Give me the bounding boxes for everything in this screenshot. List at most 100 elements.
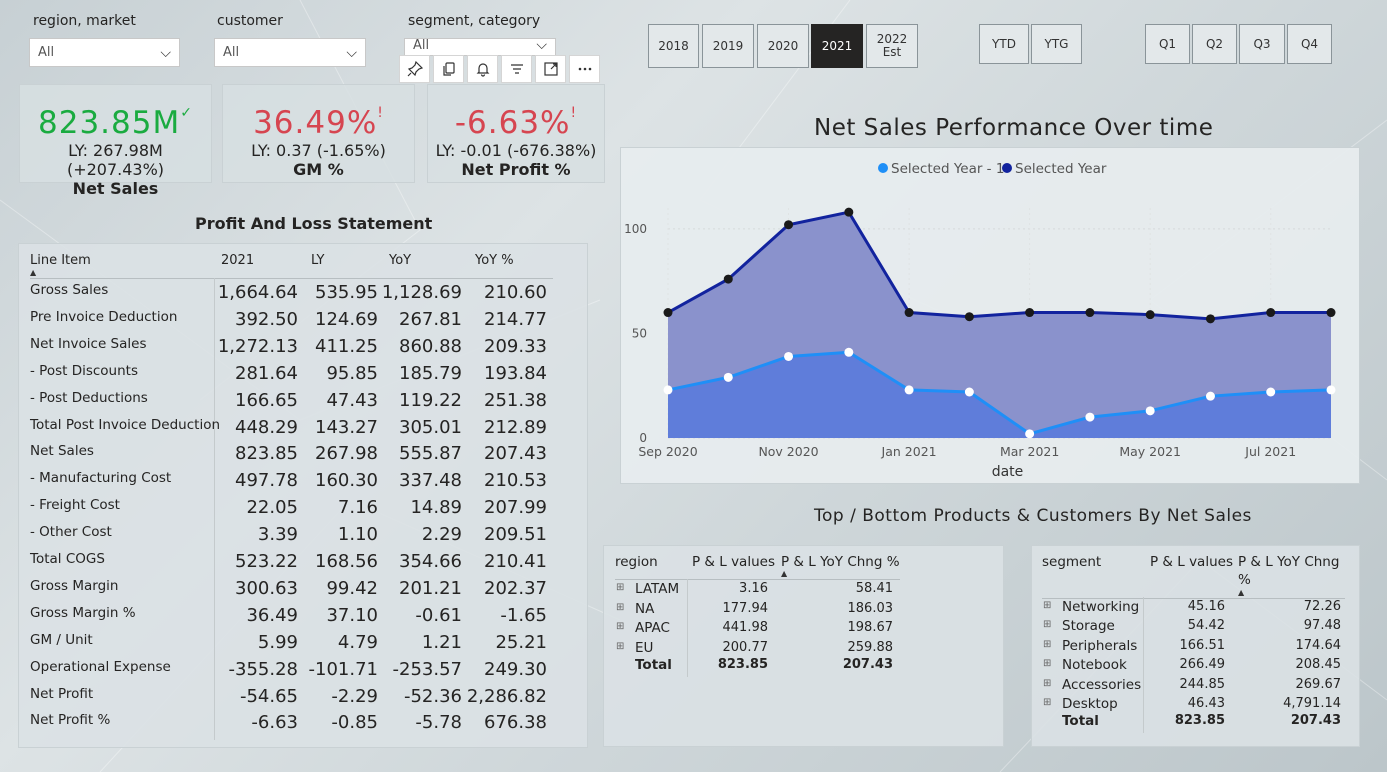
more-options-icon[interactable]: [569, 55, 600, 83]
year-button-2020[interactable]: 2020: [757, 24, 809, 68]
segment-values-header[interactable]: P & L values: [1150, 554, 1233, 570]
ytd-button[interactable]: YTD: [979, 24, 1029, 64]
segment-dropdown[interactable]: All ⌵: [404, 38, 556, 56]
pl-row-label: - Freight Cost: [30, 497, 120, 514]
pl-cell: 201.21: [399, 577, 462, 599]
pl-cell: 14.89: [410, 497, 462, 519]
data-point: [1085, 412, 1095, 422]
pl-cell: 300.63: [235, 577, 298, 599]
expand-icon[interactable]: ⊞: [616, 641, 624, 652]
region_table-row-label[interactable]: NA: [635, 601, 654, 617]
year-button-2019[interactable]: 2019: [702, 24, 754, 68]
data-point: [1145, 310, 1155, 320]
data-point: [663, 308, 673, 318]
segment_table-row-label[interactable]: Peripherals: [1062, 638, 1137, 654]
pl-cell: 1,128.69: [381, 282, 462, 303]
expand-icon[interactable]: ⊞: [1043, 639, 1051, 650]
quarter-button-q3[interactable]: Q3: [1239, 24, 1285, 64]
pl-row-label: GM / Unit: [30, 631, 93, 648]
y-tick-label: 50: [632, 326, 647, 340]
segment-header[interactable]: segment: [1042, 554, 1101, 570]
expand-icon[interactable]: ⊞: [616, 582, 624, 593]
pl-cell: 5.99: [257, 631, 298, 653]
pl-cell: 1.21: [421, 631, 462, 653]
customer-dropdown-value: All: [223, 45, 240, 60]
quarter-button-q4[interactable]: Q4: [1287, 24, 1332, 64]
year-button-2018[interactable]: 2018: [648, 24, 699, 68]
expand-icon[interactable]: ⊞: [1043, 619, 1051, 630]
pl-cell: 210.60: [484, 282, 547, 303]
segment_table-row-label[interactable]: Storage: [1062, 618, 1115, 634]
pl-header-yoy-pct[interactable]: YoY %: [475, 253, 514, 268]
net-sales-value: 823.85M✓: [38, 105, 193, 141]
pl-header-line-item[interactable]: Line Item: [30, 253, 91, 268]
filter-icon[interactable]: [501, 55, 532, 83]
pl-cell: 207.99: [484, 497, 547, 519]
region_table-row-change: 186.03: [847, 600, 894, 616]
expand-icon[interactable]: ⊞: [1043, 678, 1051, 689]
pin-icon[interactable]: [399, 55, 430, 83]
region_table-row-value: 200.77: [722, 639, 769, 655]
warning-icon: !: [570, 105, 578, 121]
kpi-card-gm[interactable]: 36.49%! LY: 0.37 (-1.65%) GM %: [222, 84, 415, 183]
pl-table[interactable]: Line Item ▲ 2021 LY YoY YoY % Gross Sale…: [18, 243, 588, 748]
pl-header-year[interactable]: 2021: [221, 253, 254, 268]
expand-icon[interactable]: ⊞: [1043, 600, 1051, 611]
pl-cell: 210.53: [484, 470, 547, 492]
x-tick-label: Nov 2020: [758, 444, 818, 459]
segment_table-row-change: 174.64: [1295, 637, 1342, 653]
ytg-button[interactable]: YTG: [1031, 24, 1082, 64]
segment-table[interactable]: segment P & L values P & L YoY Chng % ▲ …: [1031, 545, 1360, 747]
expand-icon[interactable]: ⊞: [1043, 658, 1051, 669]
segment_table-row-label[interactable]: Accessories: [1062, 677, 1141, 693]
region_table-row-label[interactable]: APAC: [635, 620, 670, 636]
region-header[interactable]: region: [615, 554, 658, 570]
focus-mode-icon[interactable]: [535, 55, 566, 83]
pl-cell: 119.22: [399, 389, 462, 411]
region_table-row-change: 58.41: [855, 581, 893, 596]
segment_table-row-label[interactable]: Notebook: [1062, 657, 1127, 673]
region-values-header[interactable]: P & L values: [692, 554, 775, 570]
region-dropdown[interactable]: All ⌵: [29, 38, 180, 67]
expand-icon[interactable]: ⊞: [616, 621, 624, 632]
pl-header-yoy[interactable]: YoY: [389, 253, 411, 268]
year-button-2021[interactable]: 2021: [811, 24, 863, 68]
data-point: [1025, 429, 1035, 439]
region_table-row-label[interactable]: EU: [635, 640, 653, 656]
region-change-header[interactable]: P & L YoY Chng %: [781, 554, 900, 570]
quarter-button-q2[interactable]: Q2: [1192, 24, 1237, 64]
data-point: [904, 385, 914, 395]
region_table-row-label[interactable]: LATAM: [635, 581, 679, 597]
pl-cell: -2.29: [331, 685, 378, 707]
bell-icon[interactable]: [467, 55, 498, 83]
segment-change-header-pct[interactable]: %: [1238, 572, 1251, 588]
expand-icon[interactable]: ⊞: [1043, 697, 1051, 708]
region_table-total-v: 823.85: [717, 657, 768, 672]
pl-header-ly[interactable]: LY: [311, 253, 324, 268]
region_table-row-change: 198.67: [847, 620, 894, 635]
pl-cell: 47.43: [326, 389, 378, 411]
region_table-row-change: 259.88: [847, 639, 894, 655]
pl-row-label: Net Profit %: [30, 712, 111, 729]
net-sales-chart[interactable]: 0 50 100 Sep 2020 Nov 2020 Jan 2021 Mar 2021 Ma…: [620, 147, 1360, 484]
pl-cell: 168.56: [315, 551, 378, 572]
pl-cell: 1,664.64: [217, 282, 298, 303]
segment_table-row-label[interactable]: Desktop: [1062, 696, 1118, 712]
kpi-card-net-sales[interactable]: 823.85M✓ LY: 267.98M (+207.43%) Net Sale…: [19, 84, 212, 198]
pl-cell: 37.10: [326, 604, 378, 626]
expand-icon[interactable]: ⊞: [616, 602, 624, 613]
pl-cell: 2.29: [421, 524, 462, 546]
pl-row-label: Net Profit: [30, 685, 94, 702]
quarter-button-q1[interactable]: Q1: [1145, 24, 1190, 64]
segment_table-row-label[interactable]: Networking: [1062, 599, 1139, 615]
kpi-card-net-profit[interactable]: -6.63%! LY: -0.01 (-676.38%) Net Profit …: [427, 84, 605, 183]
year-button-2022-est[interactable]: 2022 Est: [866, 24, 918, 68]
region-table[interactable]: region P & L values P & L YoY Chng % ▲ ⊞…: [603, 545, 1004, 747]
pl-cell: 22.05: [246, 497, 298, 519]
copy-icon[interactable]: [433, 55, 464, 83]
pl-cell: -5.78: [415, 712, 462, 734]
customer-dropdown[interactable]: All ⌵: [214, 38, 366, 67]
pl-cell: 166.65: [235, 389, 298, 411]
region_table-column-divider: [687, 579, 688, 677]
segment-change-header[interactable]: P & L YoY Chng: [1238, 554, 1339, 570]
